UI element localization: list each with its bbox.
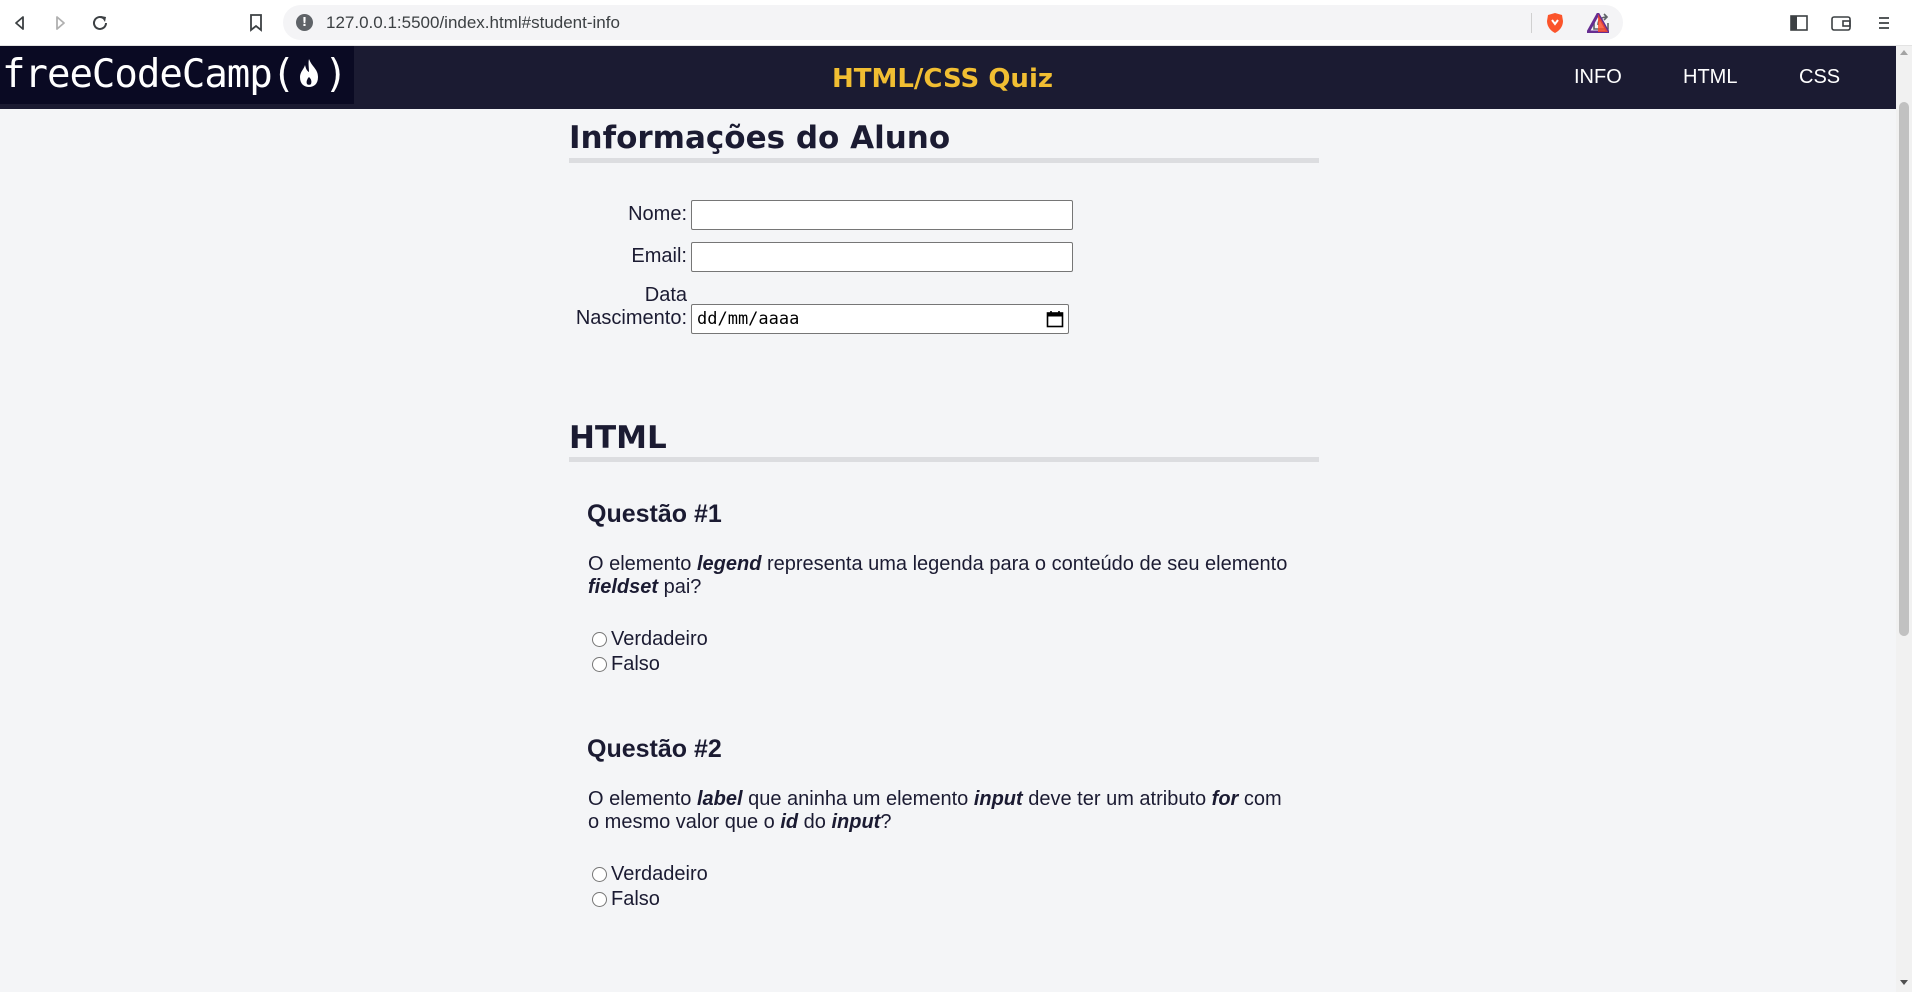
section-divider [569, 158, 1319, 163]
option-label: Verdadeiro [611, 628, 708, 650]
calendar-icon[interactable] [1046, 310, 1064, 333]
forward-icon[interactable] [48, 11, 72, 35]
question-1-text: O elemento legend representa uma legenda… [588, 553, 1288, 598]
radio-button[interactable] [592, 892, 607, 907]
wallet-icon[interactable] [1829, 11, 1853, 35]
bookmark-icon[interactable] [244, 11, 268, 35]
url-text: 127.0.0.1:5500/index.html#student-info [326, 13, 620, 32]
nav-link-info[interactable]: INFO [1574, 66, 1622, 89]
section-divider [569, 457, 1319, 462]
birth-date-label: Data Nascimento: [560, 284, 687, 330]
toolbar-divider [1531, 13, 1532, 33]
freecodecamp-logo[interactable]: freeCodeCamp() [0, 46, 354, 104]
birth-date-input[interactable]: dd/mm/aaaa [691, 304, 1069, 334]
student-info-heading: Informações do Aluno [569, 120, 951, 156]
scroll-down-arrow[interactable] [1900, 980, 1908, 985]
option-label: Verdadeiro [611, 863, 708, 885]
reload-icon[interactable] [88, 11, 112, 35]
radio-button[interactable] [592, 867, 607, 882]
browser-toolbar: ! 127.0.0.1:5500/index.html#student-info [0, 0, 1912, 46]
radio-button[interactable] [592, 632, 607, 647]
question-2-option-true[interactable]: Verdadeiro [592, 863, 708, 886]
question-1-option-false[interactable]: Falso [592, 653, 660, 676]
question-2-option-false[interactable]: Falso [592, 888, 660, 911]
email-label: Email: [631, 245, 687, 267]
name-input[interactable] [691, 200, 1073, 230]
site-info-icon[interactable]: ! [296, 14, 313, 31]
question-2-text: O elemento label que aninha um elemento … [588, 788, 1282, 833]
scroll-up-arrow[interactable] [1900, 50, 1908, 55]
nav-link-html[interactable]: HTML [1683, 66, 1737, 89]
brave-shield-icon[interactable] [1543, 11, 1567, 35]
site-navbar: freeCodeCamp() HTML/CSS Quiz INFO HTML C… [0, 46, 1896, 109]
logo-text: freeCodeCamp() [2, 51, 348, 99]
birth-date-label-line1: Data [644, 284, 687, 306]
question-1-title: Questão #1 [587, 500, 722, 528]
question-1-option-true[interactable]: Verdadeiro [592, 628, 708, 651]
address-bar[interactable]: ! 127.0.0.1:5500/index.html#student-info [283, 5, 1623, 40]
html-heading: HTML [569, 420, 667, 456]
question-2-title: Questão #2 [587, 735, 722, 763]
option-label: Falso [611, 888, 660, 910]
radio-button[interactable] [592, 657, 607, 672]
flame-icon [296, 54, 322, 99]
date-placeholder: dd/mm/aaaa [697, 309, 800, 329]
menu-icon[interactable] [1872, 11, 1896, 35]
nav-link-css[interactable]: CSS [1799, 66, 1840, 89]
page-title: HTML/CSS Quiz [832, 64, 1053, 94]
option-label: Falso [611, 653, 660, 675]
brave-rewards-icon[interactable] [1586, 11, 1610, 35]
name-label: Nome: [628, 203, 687, 225]
back-icon[interactable] [8, 11, 32, 35]
sidebar-toggle-icon[interactable] [1787, 11, 1811, 35]
birth-date-label-line2: Nascimento: [575, 307, 687, 329]
email-input[interactable] [691, 242, 1073, 272]
scrollbar-thumb[interactable] [1899, 102, 1909, 636]
